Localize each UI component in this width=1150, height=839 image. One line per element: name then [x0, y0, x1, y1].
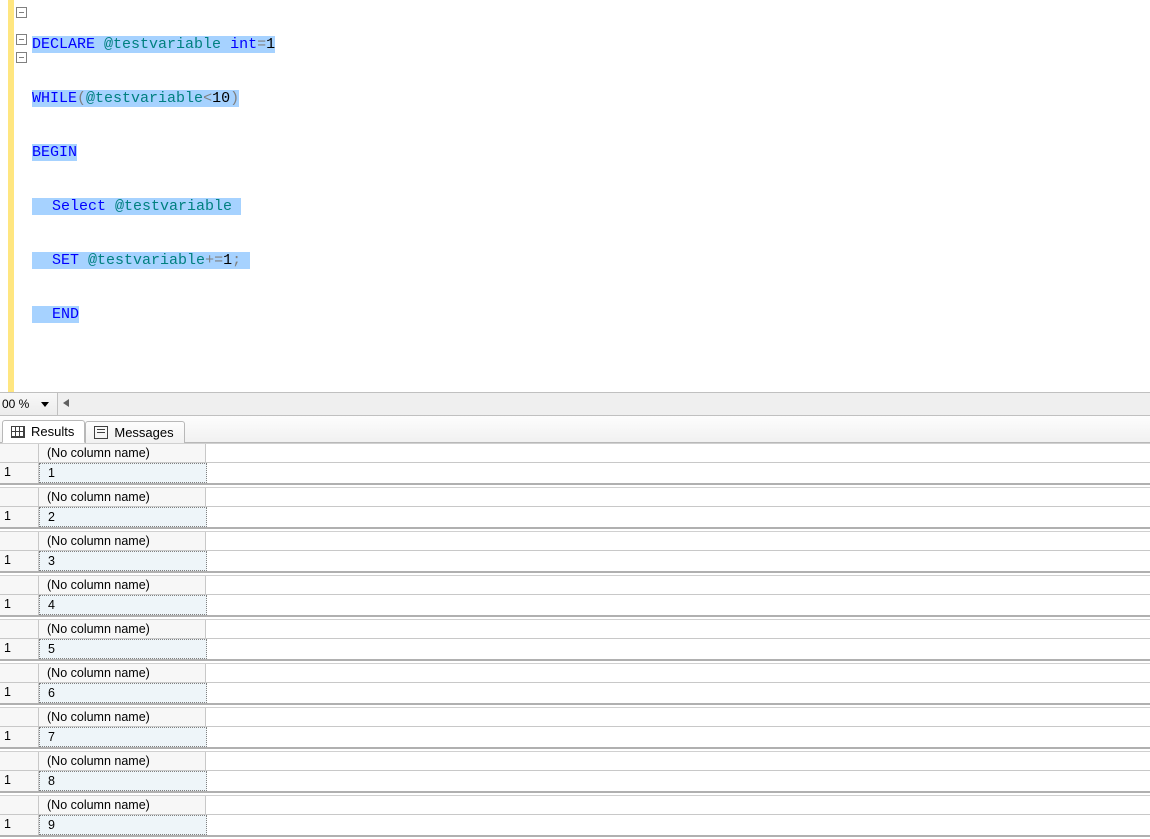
table-row[interactable]: 12: [0, 507, 1150, 527]
row-number[interactable]: 1: [0, 639, 39, 659]
paren-open: (: [77, 90, 86, 107]
row-number[interactable]: 1: [0, 771, 39, 791]
keyword-select: Select: [52, 198, 106, 215]
result-tabs: Results Messages: [0, 416, 1150, 443]
zoom-bar: 00 %: [0, 392, 1150, 416]
table-row[interactable]: 19: [0, 815, 1150, 835]
keyword-while: WHILE: [32, 90, 77, 107]
cell-value[interactable]: 5: [39, 639, 207, 659]
row-number[interactable]: 1: [0, 727, 39, 747]
editor-margin: [0, 0, 8, 392]
zoom-value: 00 %: [0, 397, 35, 411]
column-header[interactable]: (No column name): [39, 620, 206, 638]
fold-toggle-icon[interactable]: [16, 34, 27, 45]
grid-icon: [11, 426, 25, 438]
tab-messages-label: Messages: [114, 425, 173, 440]
column-header[interactable]: (No column name): [39, 532, 206, 550]
table-row[interactable]: 14: [0, 595, 1150, 615]
op-pluseq: +=: [205, 252, 223, 269]
result-set: (No column name)13: [0, 531, 1150, 573]
results-grid-area: (No column name)11(No column name)12(No …: [0, 443, 1150, 837]
row-number[interactable]: 1: [0, 595, 39, 615]
keyword-begin: BEGIN: [32, 144, 77, 161]
cell-value[interactable]: 6: [39, 683, 207, 703]
column-header[interactable]: (No column name): [39, 576, 206, 594]
row-number[interactable]: 1: [0, 463, 39, 483]
table-row[interactable]: 18: [0, 771, 1150, 791]
table-row[interactable]: 16: [0, 683, 1150, 703]
cell-value[interactable]: 4: [39, 595, 207, 615]
column-header[interactable]: (No column name): [39, 752, 206, 770]
scroll-left-icon[interactable]: [63, 399, 69, 407]
cell-value[interactable]: 7: [39, 727, 207, 747]
column-header[interactable]: (No column name): [39, 708, 206, 726]
op-equals: =: [257, 36, 266, 53]
sql-editor[interactable]: DECLARE @testvariable int=1 WHILE(@testv…: [0, 0, 1150, 392]
tab-results[interactable]: Results: [2, 420, 85, 443]
result-set: (No column name)12: [0, 487, 1150, 529]
cell-value[interactable]: 8: [39, 771, 207, 791]
row-number[interactable]: 1: [0, 551, 39, 571]
keyword-declare: DECLARE: [32, 36, 95, 53]
result-set: (No column name)15: [0, 619, 1150, 661]
result-set: (No column name)16: [0, 663, 1150, 705]
fold-toggle-icon[interactable]: [16, 52, 27, 63]
tab-results-label: Results: [31, 424, 74, 439]
variable-name: @testvariable: [104, 36, 221, 53]
cell-value[interactable]: 1: [39, 463, 207, 483]
result-set: (No column name)19: [0, 795, 1150, 837]
code-text[interactable]: DECLARE @testvariable int=1 WHILE(@testv…: [28, 0, 279, 392]
variable-name: @testvariable: [88, 252, 205, 269]
fold-toggle-icon[interactable]: [16, 7, 27, 18]
result-set: (No column name)18: [0, 751, 1150, 793]
semicolon: ;: [232, 252, 241, 269]
keyword-int: int: [230, 36, 257, 53]
column-header[interactable]: (No column name): [39, 796, 206, 814]
table-row[interactable]: 11: [0, 463, 1150, 483]
table-row[interactable]: 15: [0, 639, 1150, 659]
row-number[interactable]: 1: [0, 815, 39, 835]
op-lt: <: [203, 90, 212, 107]
table-row[interactable]: 13: [0, 551, 1150, 571]
row-number[interactable]: 1: [0, 507, 39, 527]
header-corner[interactable]: [0, 576, 39, 594]
header-corner[interactable]: [0, 488, 39, 506]
result-set: (No column name)14: [0, 575, 1150, 617]
literal-10: 10: [212, 90, 230, 107]
header-corner[interactable]: [0, 532, 39, 550]
header-corner[interactable]: [0, 620, 39, 638]
keyword-set: SET: [52, 252, 79, 269]
paren-close: ): [230, 90, 239, 107]
result-set: (No column name)11: [0, 443, 1150, 485]
variable-name: @testvariable: [86, 90, 203, 107]
variable-name: @testvariable: [115, 198, 232, 215]
row-number[interactable]: 1: [0, 683, 39, 703]
messages-icon: [94, 426, 108, 439]
literal-1: 1: [223, 252, 232, 269]
result-set: (No column name)17: [0, 707, 1150, 749]
cell-value[interactable]: 9: [39, 815, 207, 835]
tab-messages[interactable]: Messages: [85, 421, 184, 443]
fold-gutter[interactable]: [14, 0, 28, 392]
literal-1: 1: [266, 36, 275, 53]
header-corner[interactable]: [0, 664, 39, 682]
cell-value[interactable]: 2: [39, 507, 207, 527]
chevron-down-icon[interactable]: [41, 402, 49, 407]
header-corner[interactable]: [0, 796, 39, 814]
cell-value[interactable]: 3: [39, 551, 207, 571]
header-corner[interactable]: [0, 752, 39, 770]
column-header[interactable]: (No column name): [39, 664, 206, 682]
header-corner[interactable]: [0, 444, 39, 462]
horizontal-scrollbar[interactable]: [57, 393, 1150, 415]
keyword-end: END: [52, 306, 79, 323]
header-corner[interactable]: [0, 708, 39, 726]
column-header[interactable]: (No column name): [39, 488, 206, 506]
table-row[interactable]: 17: [0, 727, 1150, 747]
column-header[interactable]: (No column name): [39, 444, 206, 462]
